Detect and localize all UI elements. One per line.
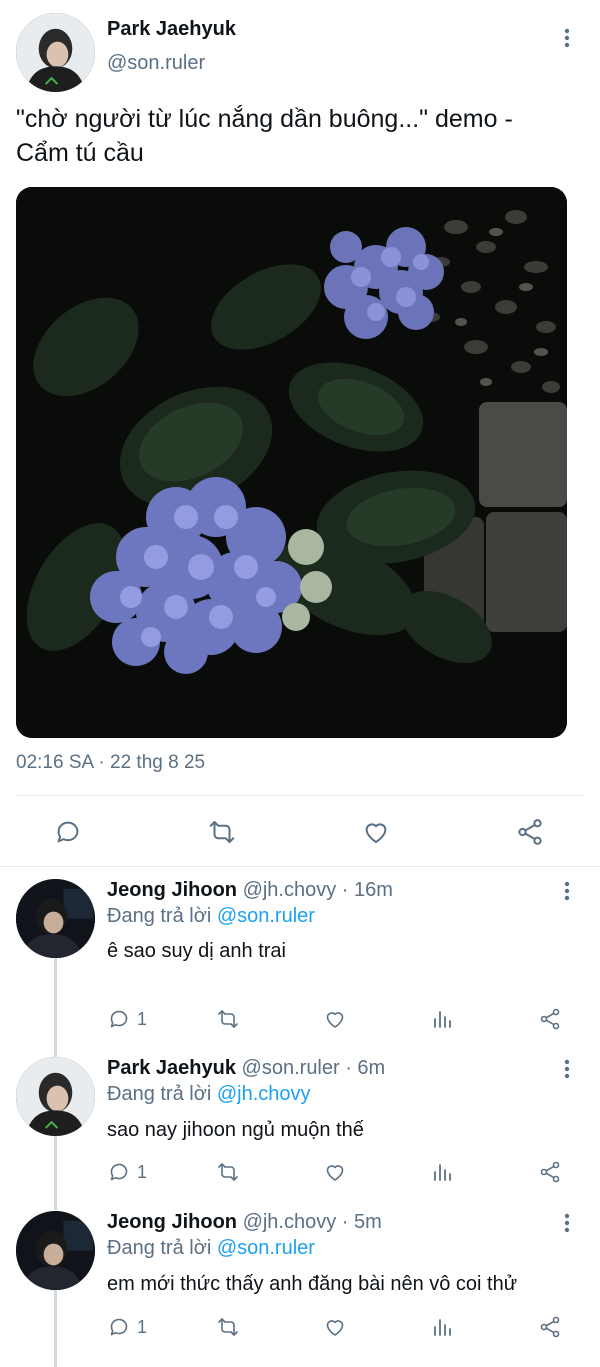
reply-icon (110, 1318, 128, 1336)
share-icon[interactable] (538, 1313, 562, 1341)
replying-to-label: Đang trả lời (107, 1237, 217, 1259)
reply-count: 1 (137, 1316, 148, 1337)
avatar-image (16, 879, 95, 958)
share-icon[interactable] (538, 1005, 562, 1033)
avatar-park-jaehyuk[interactable] (16, 1057, 95, 1136)
reply-text: ê sao suy dị anh trai (107, 940, 286, 962)
like-icon[interactable] (358, 814, 394, 850)
author-handle[interactable]: @son.ruler (107, 52, 205, 75)
reply-author-name[interactable]: Jeong Jihoon (107, 1211, 237, 1233)
mention-link[interactable]: @son.ruler (217, 1237, 315, 1259)
more-options-icon[interactable] (555, 1211, 579, 1235)
avatar-park-jaehyuk[interactable] (16, 13, 95, 92)
replying-to: Đang trả lời @jh.chovy (107, 1083, 311, 1106)
more-options-icon[interactable] (555, 26, 579, 50)
replying-to: Đang trả lời @son.ruler (107, 1237, 315, 1260)
reply-header: Park Jaehyuk @son.ruler · 6m (107, 1057, 385, 1080)
reply-action[interactable]: 1 (107, 1005, 147, 1033)
reply-text: em mới thức thấy anh đăng bài nên vô coi… (107, 1273, 518, 1295)
share-icon[interactable] (538, 1158, 562, 1186)
share-icon[interactable] (512, 814, 548, 850)
analytics-icon[interactable] (430, 1158, 454, 1186)
like-icon[interactable] (323, 1005, 347, 1033)
avatar-image (16, 13, 95, 92)
tweet-photo[interactable] (16, 187, 567, 738)
reply-text: sao nay jihoon ngủ muộn thế (107, 1119, 364, 1141)
reply-handle-time[interactable]: @jh.chovy · 16m (243, 879, 393, 901)
reply-author-name[interactable]: Park Jaehyuk (107, 1057, 236, 1079)
reply-count: 1 (137, 1008, 148, 1029)
reply-header: Jeong Jihoon @jh.chovy · 16m (107, 879, 393, 902)
tweet-actions (0, 808, 600, 856)
reply-count: 1 (137, 1161, 148, 1182)
retweet-icon[interactable] (204, 814, 240, 850)
reply-tweet[interactable]: Park Jaehyuk @son.ruler · 6m Đang trả lờ… (0, 1057, 600, 1207)
analytics-icon[interactable] (430, 1313, 454, 1341)
reply-icon[interactable] (50, 814, 86, 850)
tweet-text-line-2: Cẩm tú cầu (16, 139, 144, 167)
reply-icon (110, 1163, 128, 1181)
avatar-jeong-jihoon[interactable] (16, 1211, 95, 1290)
more-options-icon[interactable] (555, 879, 579, 903)
tweet-timestamp[interactable]: 02:16 SA · 22 thg 8 25 (16, 752, 205, 774)
analytics-icon[interactable] (430, 1005, 454, 1033)
hydrangea-photo (16, 187, 567, 738)
reply-author-name[interactable]: Jeong Jihoon (107, 879, 237, 901)
reply-handle-time[interactable]: @son.ruler · 6m (242, 1057, 386, 1079)
more-options-icon[interactable] (555, 1057, 579, 1081)
reply-handle-time[interactable]: @jh.chovy · 5m (243, 1211, 382, 1233)
reply-action[interactable]: 1 (107, 1313, 147, 1341)
author-name[interactable]: Park Jaehyuk (107, 18, 236, 41)
retweet-icon[interactable] (216, 1158, 240, 1186)
reply-header: Jeong Jihoon @jh.chovy · 5m (107, 1211, 382, 1234)
like-icon[interactable] (323, 1158, 347, 1186)
replying-to-label: Đang trả lời (107, 905, 217, 927)
tweet-text: "chờ người từ lúc nắng dần buông..." dem… (16, 102, 576, 170)
reply-action[interactable]: 1 (107, 1158, 147, 1186)
divider (0, 866, 600, 867)
avatar-image (16, 1211, 95, 1290)
retweet-icon[interactable] (216, 1313, 240, 1341)
like-icon[interactable] (323, 1313, 347, 1341)
mention-link[interactable]: @son.ruler (217, 905, 315, 927)
replying-to: Đang trả lời @son.ruler (107, 905, 315, 928)
divider (16, 795, 584, 796)
reply-tweet[interactable]: Jeong Jihoon @jh.chovy · 5m Đang trả lời… (0, 1211, 600, 1361)
reply-tweet[interactable]: Jeong Jihoon @jh.chovy · 16m Đang trả lờ… (0, 879, 600, 1049)
mention-link[interactable]: @jh.chovy (217, 1083, 311, 1105)
reply-icon (110, 1010, 128, 1028)
avatar-image (16, 1057, 95, 1136)
tweet-text-line-1: "chờ người từ lúc nắng dần buông..." dem… (16, 105, 513, 133)
replying-to-label: Đang trả lời (107, 1083, 217, 1105)
avatar-jeong-jihoon[interactable] (16, 879, 95, 958)
retweet-icon[interactable] (216, 1005, 240, 1033)
